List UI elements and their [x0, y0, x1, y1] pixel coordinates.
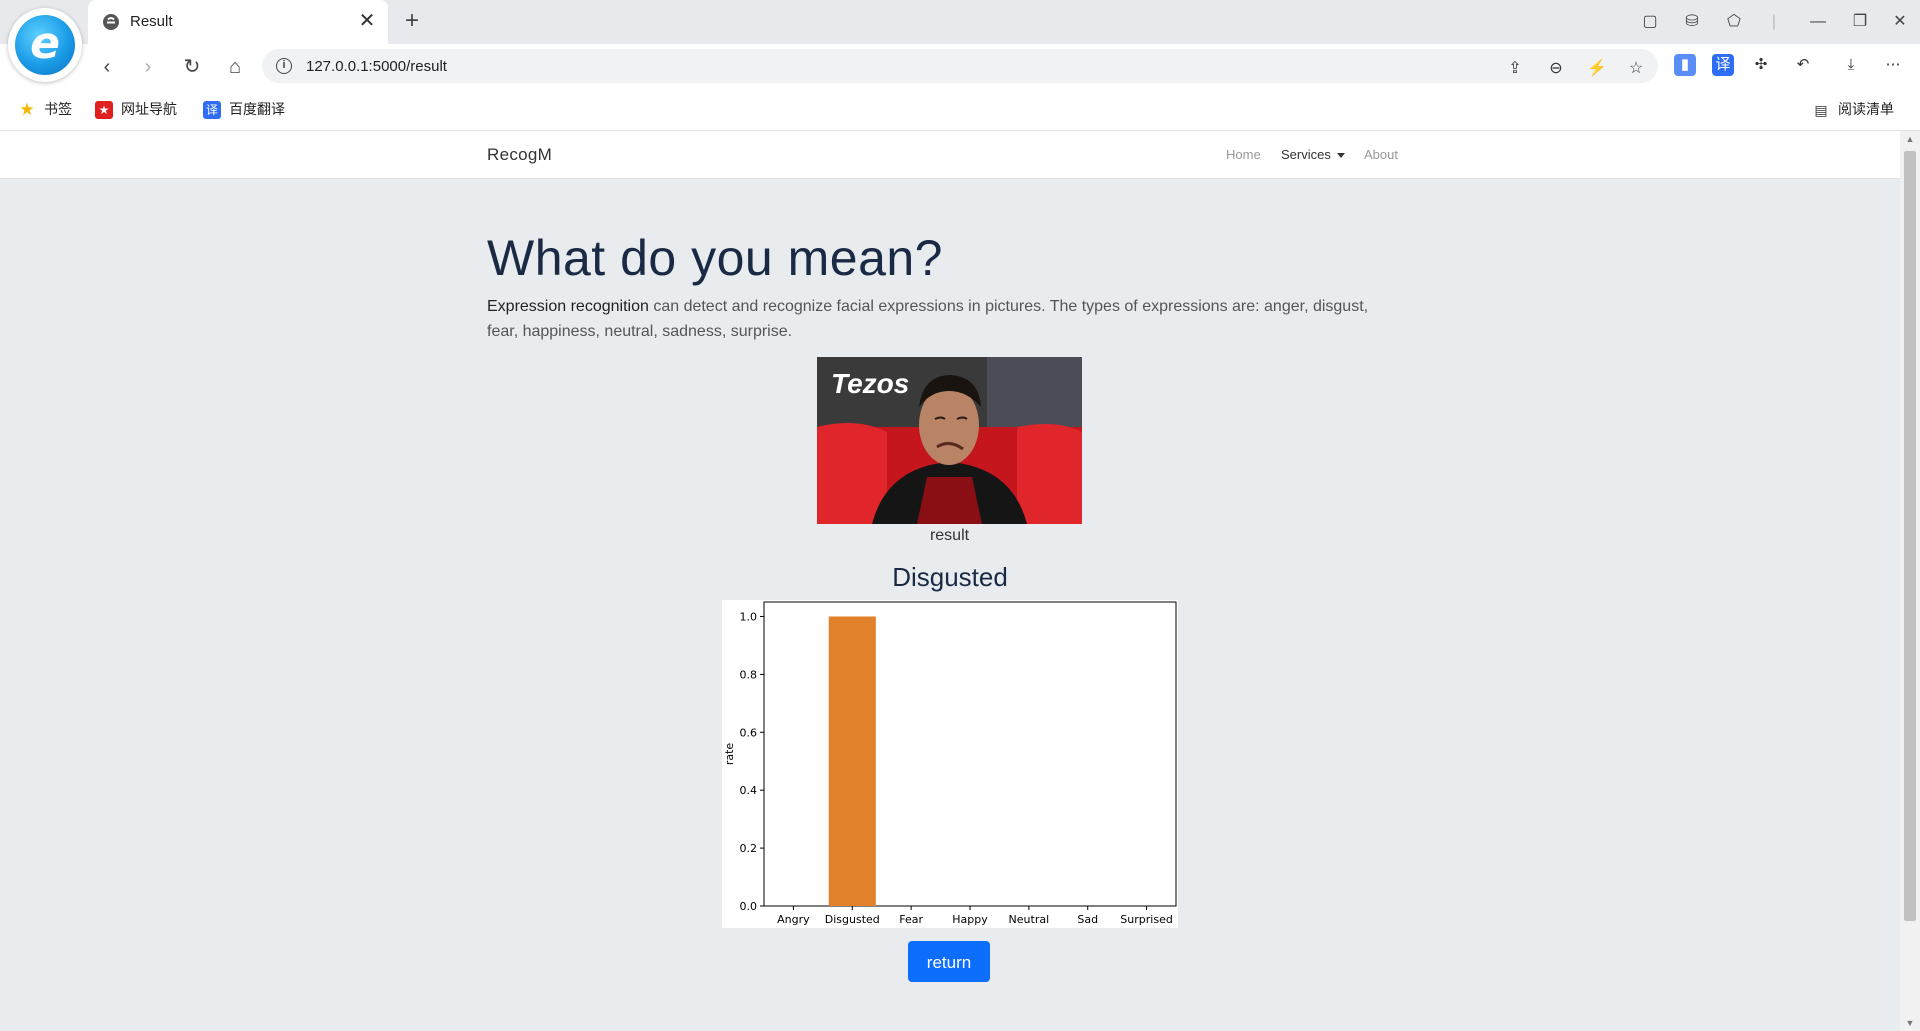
browser-tab[interactable]: Result ✕: [88, 0, 388, 44]
scroll-down-icon[interactable]: ▼: [1900, 1015, 1920, 1031]
reading-list-button[interactable]: ▤ 阅读清单: [1812, 99, 1894, 119]
url-text[interactable]: 127.0.0.1:5000/result: [306, 58, 447, 75]
share-icon[interactable]: ⇪: [1504, 58, 1526, 80]
restore-icon[interactable]: ❐: [1846, 8, 1874, 36]
back-icon[interactable]: ‹: [92, 52, 122, 82]
translate-icon: 译: [203, 101, 221, 120]
y-tick-label: 0.0: [740, 900, 758, 913]
x-tick-label: Disgusted: [825, 913, 880, 926]
incognito-icon[interactable]: ⛁: [1678, 8, 1706, 36]
y-tick-label: 1.0: [740, 610, 758, 623]
minimize-icon[interactable]: —: [1804, 8, 1832, 36]
bar-chart-svg: 0.0 0.2 0.4 0.6 0.8 1.0 rate Angry Disgusted Fear…: [723, 601, 1177, 926]
zoom-out-icon[interactable]: ⊖: [1545, 58, 1567, 80]
y-tick-label: 0.6: [740, 726, 758, 739]
y-tick-label: 0.4: [740, 784, 758, 797]
star-icon: ★: [19, 100, 35, 120]
more-menu-icon[interactable]: ⋯: [1882, 54, 1904, 76]
image-caption: result: [929, 527, 970, 544]
tab-counter-icon[interactable]: ▢: [1636, 8, 1664, 36]
address-bar[interactable]: i 127.0.0.1:5000/result ⇪ ⊖ ⚡ ☆: [262, 49, 1658, 83]
reading-list-icon: ▤: [1814, 102, 1828, 119]
browser-toolbar: ‹ › ↻ ⌂ i 127.0.0.1:5000/result ⇪ ⊖ ⚡ ☆ …: [0, 44, 1920, 89]
tab-title: Result: [130, 13, 173, 30]
nav-services[interactable]: Services: [1281, 147, 1345, 162]
scroll-up-icon[interactable]: ▲: [1900, 131, 1920, 147]
plot-frame: [763, 601, 1177, 907]
forward-icon[interactable]: ›: [133, 52, 163, 82]
bookmark-item[interactable]: ★ 网址导航: [95, 99, 177, 120]
bookmark-item[interactable]: 译百度翻译: [203, 99, 285, 120]
page-viewport: RecogM Home Services About What do you m…: [0, 131, 1900, 1031]
nav-home[interactable]: Home: [1226, 147, 1261, 162]
x-tick-label: Sad: [1077, 913, 1098, 926]
scrollbar-thumb[interactable]: [1904, 151, 1916, 921]
tab-strip: Result ✕ + ▢ ⛁ ⬠ | — ❐ ✕: [0, 0, 1920, 44]
download-icon[interactable]: ⤓: [1840, 54, 1862, 76]
close-window-icon[interactable]: ✕: [1886, 8, 1914, 36]
extensions-icon[interactable]: ✣: [1750, 54, 1772, 76]
expression-rate-chart: 0.0 0.2 0.4 0.6 0.8 1.0 rate Angry Disgusted Fear…: [722, 600, 1178, 928]
return-button[interactable]: return: [908, 941, 990, 982]
x-tick-label: Angry: [777, 913, 810, 926]
page-favicon-icon: [103, 14, 119, 30]
bookmarks-bar: ★ 书签 ★ 网址导航 译百度翻译 ▤ 阅读清单: [0, 89, 1920, 131]
chevron-down-icon: [1336, 153, 1345, 159]
bookmark-star-icon[interactable]: ☆: [1625, 58, 1647, 80]
y-tick-label: 0.2: [740, 842, 758, 855]
page-title: What do you mean?: [487, 230, 943, 286]
divider-icon: |: [1771, 13, 1777, 30]
browser-logo-icon[interactable]: e: [8, 8, 82, 82]
home-icon[interactable]: ⌂: [220, 52, 250, 82]
x-tick-label: Happy: [952, 913, 988, 926]
bar: [828, 616, 876, 906]
lightning-icon[interactable]: ⚡: [1586, 58, 1608, 80]
y-axis-label: rate: [723, 743, 736, 766]
reload-icon[interactable]: ↻: [177, 52, 207, 82]
close-tab-icon[interactable]: ✕: [356, 10, 378, 32]
nav-about[interactable]: About: [1364, 147, 1398, 162]
x-tick-label: Neutral: [1009, 913, 1050, 926]
x-tick-label: Fear: [899, 913, 923, 926]
description-strong: Expression recognition: [487, 298, 649, 315]
extension-store-icon[interactable]: ⬠: [1720, 8, 1748, 36]
new-tab-button[interactable]: +: [398, 8, 426, 36]
site-navbar: RecogM Home Services About: [0, 131, 1900, 179]
site-brand[interactable]: RecogM: [487, 145, 552, 165]
site-info-icon[interactable]: i: [276, 58, 292, 74]
y-tick-label: 0.8: [740, 668, 758, 681]
translate-extension-icon[interactable]: 译: [1712, 54, 1734, 76]
undo-icon[interactable]: ↶: [1792, 54, 1814, 76]
nav-icon: ★: [95, 101, 113, 120]
page-scrollbar[interactable]: ▲ ▼: [1900, 131, 1920, 1031]
description: Expression recognition can detect and re…: [487, 294, 1392, 344]
bookmark-item[interactable]: ★ 书签: [18, 99, 72, 119]
extension-1-icon[interactable]: ▮: [1674, 54, 1696, 76]
x-tick-label: Surprised: [1120, 913, 1173, 926]
result-photo: Tezos: [817, 357, 1082, 524]
svg-text:Tezos: Tezos: [831, 368, 909, 399]
result-label: Disgusted: [892, 562, 1008, 592]
face-photo-image: Tezos: [817, 357, 1082, 524]
